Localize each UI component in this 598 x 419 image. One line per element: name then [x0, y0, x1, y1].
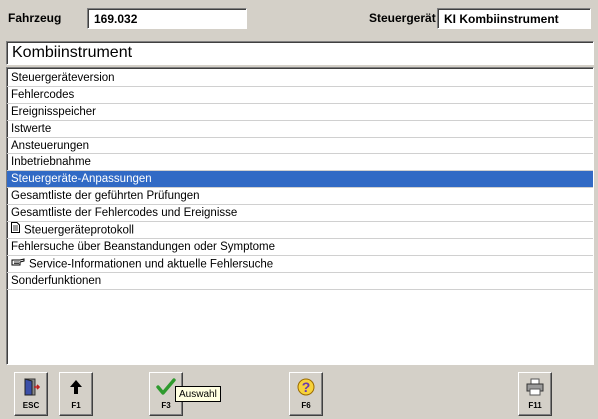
- vehicle-field[interactable]: 169.032: [87, 8, 247, 29]
- menu-item-label: Steuergeräteprotokoll: [24, 224, 134, 237]
- f11-key-label: F11: [528, 401, 542, 410]
- ecu-field[interactable]: KI Kombiinstrument: [437, 8, 591, 29]
- f6-help-button[interactable]: ? F6: [289, 372, 323, 416]
- f1-key-label: F1: [71, 401, 81, 410]
- menu-item-label: Fehlersuche über Beanstandungen oder Sym…: [11, 240, 276, 253]
- exit-door-icon: [15, 377, 47, 397]
- menu-item-fehlercodes[interactable]: Fehlercodes: [7, 87, 593, 104]
- esc-button[interactable]: ESC: [14, 372, 48, 416]
- page-title: Kombiinstrument: [6, 41, 594, 65]
- menu-item-label: Gesamtliste der geführten Prüfungen: [11, 190, 200, 203]
- svg-text:?: ?: [302, 379, 311, 395]
- menu-item-label: Istwerte: [11, 122, 52, 135]
- menu-item-label: Ansteuerungen: [11, 139, 90, 152]
- vehicle-label: Fahrzeug: [8, 11, 62, 25]
- menu-item-ereignisspeicher[interactable]: Ereignisspeicher: [7, 104, 593, 121]
- document-icon: [11, 222, 20, 239]
- menu-item-istwerte[interactable]: Istwerte: [7, 121, 593, 138]
- header-bar: Fahrzeug 169.032 Steuergerät KI Kombiins…: [0, 0, 598, 36]
- printer-icon: [519, 377, 551, 397]
- menu-item-steuergeraeteprotokoll[interactable]: Steuergeräteprotokoll: [7, 222, 593, 239]
- arrow-up-icon: [60, 377, 92, 397]
- menu-item-steuergeraete-anpassungen[interactable]: Steuergeräte-Anpassungen: [7, 171, 593, 189]
- f6-key-label: F6: [301, 401, 311, 410]
- menu-item-label: Ereignisspeicher: [11, 105, 97, 118]
- menu-item-label: Steuergeräteversion: [11, 72, 115, 84]
- menu-list[interactable]: Steuergeräteversion Fehlercodes Ereignis…: [6, 67, 594, 365]
- pointing-hand-icon: [11, 256, 25, 273]
- menu-item-label: Gesamtliste der Fehlercodes und Ereignis…: [11, 207, 238, 220]
- menu-item-service-informationen[interactable]: Service-Informationen und aktuelle Fehle…: [7, 256, 593, 273]
- function-key-toolbar: ESC F1 F3 ? F6 F11: [0, 368, 598, 419]
- menu-item-steuergeraeteversion[interactable]: Steuergeräteversion: [7, 70, 593, 87]
- menu-item-gesamtliste-pruefungen[interactable]: Gesamtliste der geführten Prüfungen: [7, 188, 593, 206]
- menu-item-label: Fehlercodes: [11, 88, 75, 101]
- menu-item-label: Service-Informationen und aktuelle Fehle…: [29, 258, 274, 271]
- tooltip: Auswahl: [175, 386, 221, 402]
- f1-up-button[interactable]: F1: [59, 372, 93, 416]
- help-question-icon: ?: [290, 377, 322, 397]
- menu-item-gesamtliste-fehlercodes[interactable]: Gesamtliste der Fehlercodes und Ereignis…: [7, 205, 593, 223]
- menu-item-sonderfunktionen[interactable]: Sonderfunktionen: [7, 273, 593, 290]
- menu-item-fehlersuche-symptome[interactable]: Fehlersuche über Beanstandungen oder Sym…: [7, 239, 593, 256]
- menu-item-inbetriebnahme[interactable]: Inbetriebnahme: [7, 154, 593, 172]
- ecu-label: Steuergerät: [369, 11, 436, 25]
- menu-item-ansteuerungen[interactable]: Ansteuerungen: [7, 138, 593, 155]
- f3-key-label: F3: [161, 401, 171, 410]
- menu-item-label: Inbetriebnahme: [11, 156, 91, 169]
- esc-key-label: ESC: [22, 401, 40, 410]
- menu-item-label: Sonderfunktionen: [11, 274, 102, 287]
- menu-item-label: Steuergeräte-Anpassungen: [11, 173, 152, 186]
- f11-print-button[interactable]: F11: [518, 372, 552, 416]
